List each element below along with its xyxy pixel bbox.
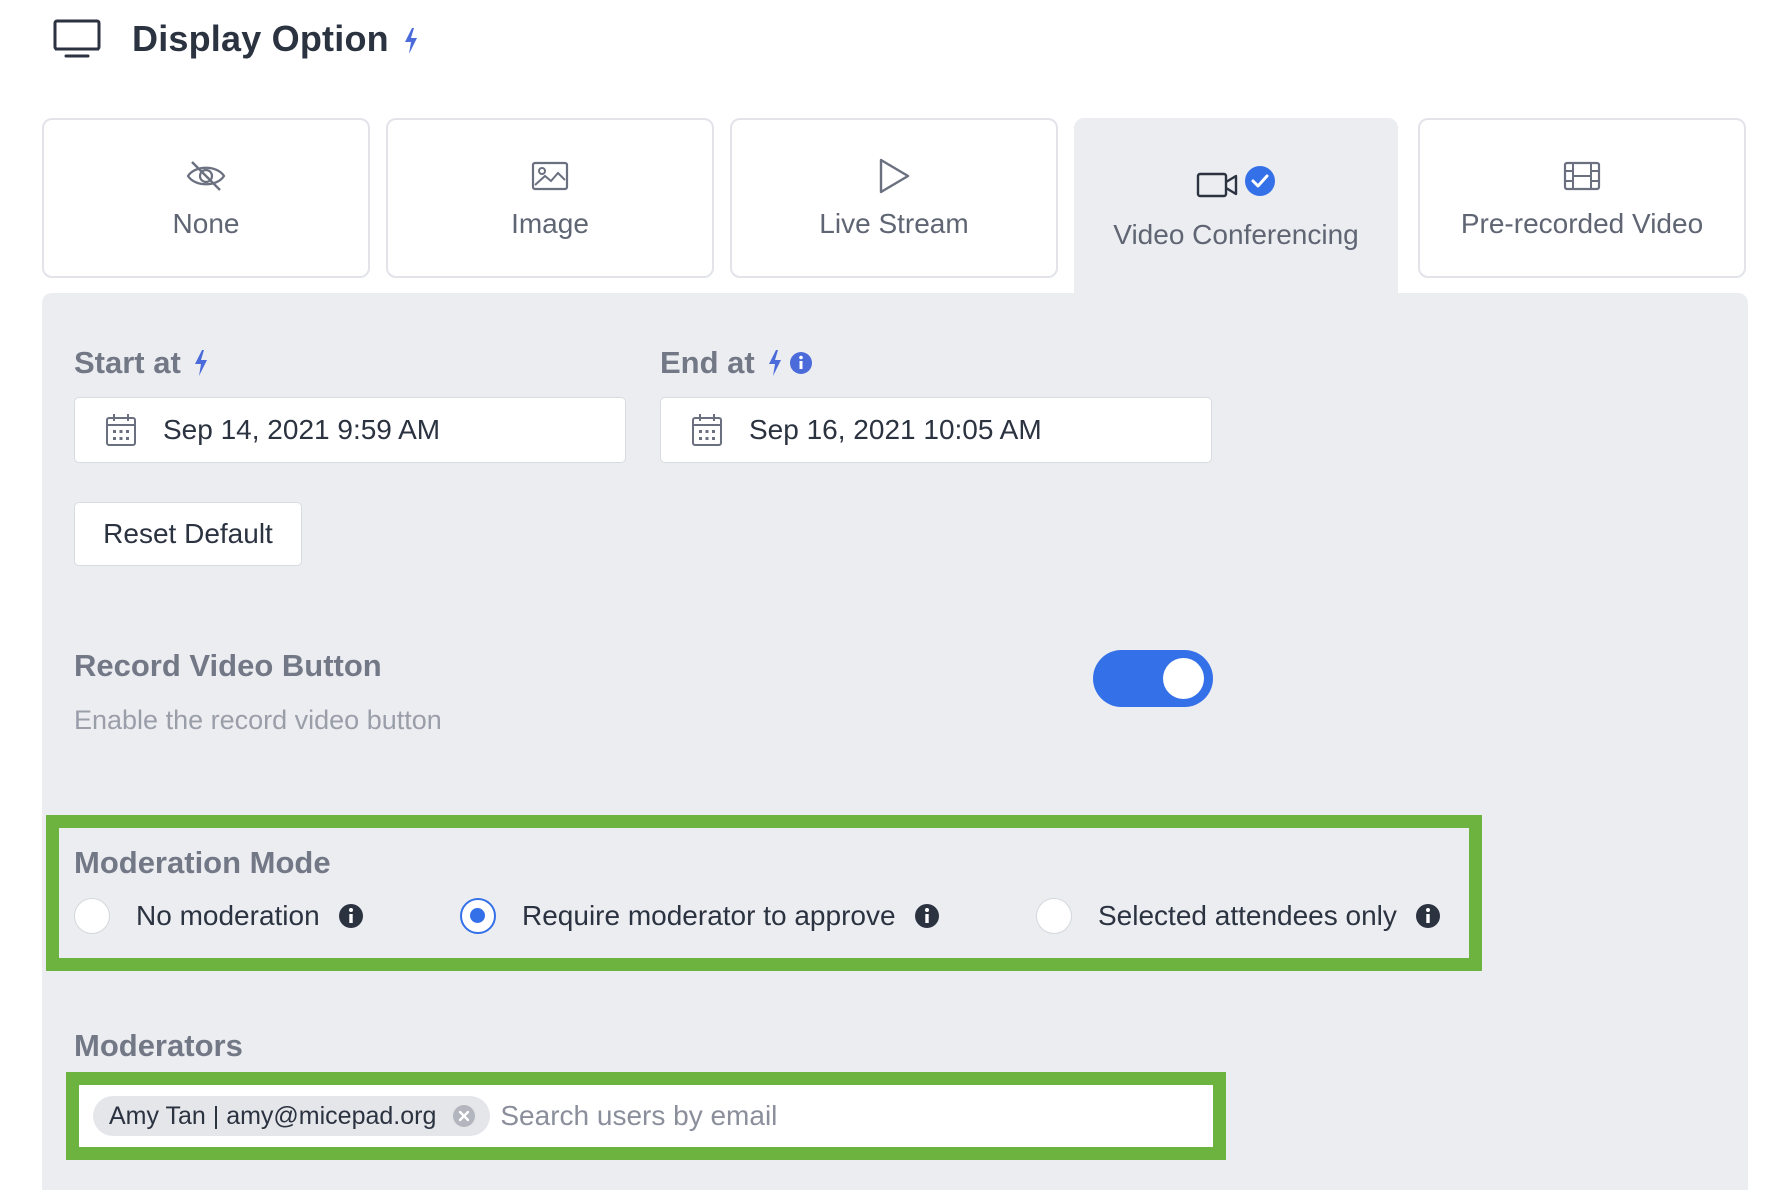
tab-pre-recorded-video[interactable]: Pre-recorded Video — [1418, 118, 1746, 278]
start-at-label: Start at — [74, 345, 209, 381]
moderation-mode-title: Moderation Mode — [74, 845, 331, 880]
start-at-input[interactable]: Sep 14, 2021 9:59 AM — [74, 397, 626, 463]
moderator-chip-label: Amy Tan | amy@micepad.org — [109, 1101, 437, 1130]
moderators-title: Moderators — [74, 1028, 243, 1063]
bolt-icon — [194, 350, 207, 376]
record-video-title: Record Video Button — [74, 648, 382, 683]
bolt-icon — [768, 350, 781, 376]
calendar-icon — [692, 414, 722, 446]
tab-video-conferencing[interactable]: Video Conferencing — [1074, 118, 1398, 298]
toggle-knob — [1163, 658, 1204, 699]
tab-label: Image — [511, 208, 589, 239]
calendar-icon — [106, 414, 136, 446]
tab-label: None — [172, 208, 240, 239]
info-icon[interactable] — [914, 903, 940, 929]
end-at-input[interactable]: Sep 16, 2021 10:05 AM — [660, 397, 1212, 463]
moderator-chip: Amy Tan | amy@micepad.org — [93, 1096, 491, 1136]
page-title: Display Option — [132, 18, 389, 59]
radio-option-selected-attendees[interactable]: Selected attendees only — [1036, 896, 1441, 936]
start-at-value: Sep 14, 2021 9:59 AM — [163, 414, 441, 445]
page-header: Display Option — [52, 14, 419, 64]
tab-image[interactable]: Image — [386, 118, 714, 278]
tab-label: Live Stream — [819, 208, 969, 239]
tab-none[interactable]: None — [42, 118, 370, 278]
radio-button[interactable] — [74, 898, 110, 934]
remove-chip-icon[interactable] — [452, 1104, 476, 1128]
search-users-placeholder[interactable]: Search users by email — [500, 1100, 777, 1132]
radio-label: Selected attendees only — [1098, 900, 1397, 931]
moderation-highlight-frame — [46, 815, 1482, 971]
tab-label: Video Conferencing — [1113, 219, 1359, 250]
tab-label: Pre-recorded Video — [1460, 208, 1704, 239]
check-circle-icon — [1245, 166, 1275, 196]
info-icon[interactable] — [789, 351, 813, 375]
info-icon[interactable] — [1415, 903, 1441, 929]
record-video-toggle[interactable] — [1093, 650, 1213, 707]
radio-button[interactable] — [1036, 898, 1072, 934]
radio-label: Require moderator to approve — [522, 900, 896, 931]
video-conferencing-panel: Start at Sep 14, 2021 9:59 AM End at Sep… — [42, 293, 1748, 1190]
radio-label: No moderation — [136, 900, 320, 931]
record-video-subtitle: Enable the record video button — [74, 705, 442, 735]
radio-button-selected[interactable] — [460, 898, 496, 934]
film-icon — [1563, 161, 1601, 191]
play-icon — [879, 158, 910, 194]
end-at-value: Sep 16, 2021 10:05 AM — [749, 414, 1042, 445]
video-camera-icon — [1196, 172, 1238, 198]
bolt-icon — [404, 28, 417, 54]
eye-off-icon — [186, 161, 226, 191]
monitor-icon — [53, 19, 101, 58]
radio-option-no-moderation[interactable]: No moderation — [74, 896, 364, 936]
end-at-label-text: End at — [660, 345, 755, 380]
moderators-search-field[interactable]: Amy Tan | amy@micepad.org Search users b… — [79, 1085, 1213, 1147]
end-at-label: End at — [660, 345, 813, 381]
start-at-label-text: Start at — [74, 345, 181, 380]
info-icon[interactable] — [338, 903, 364, 929]
tab-live-stream[interactable]: Live Stream — [730, 118, 1058, 278]
reset-default-button[interactable]: Reset Default — [74, 502, 302, 566]
radio-option-require-approval[interactable]: Require moderator to approve — [460, 896, 940, 936]
display-option-tabs: None Image Live Stream Video Conferencin… — [42, 118, 1748, 298]
image-icon — [531, 161, 569, 191]
